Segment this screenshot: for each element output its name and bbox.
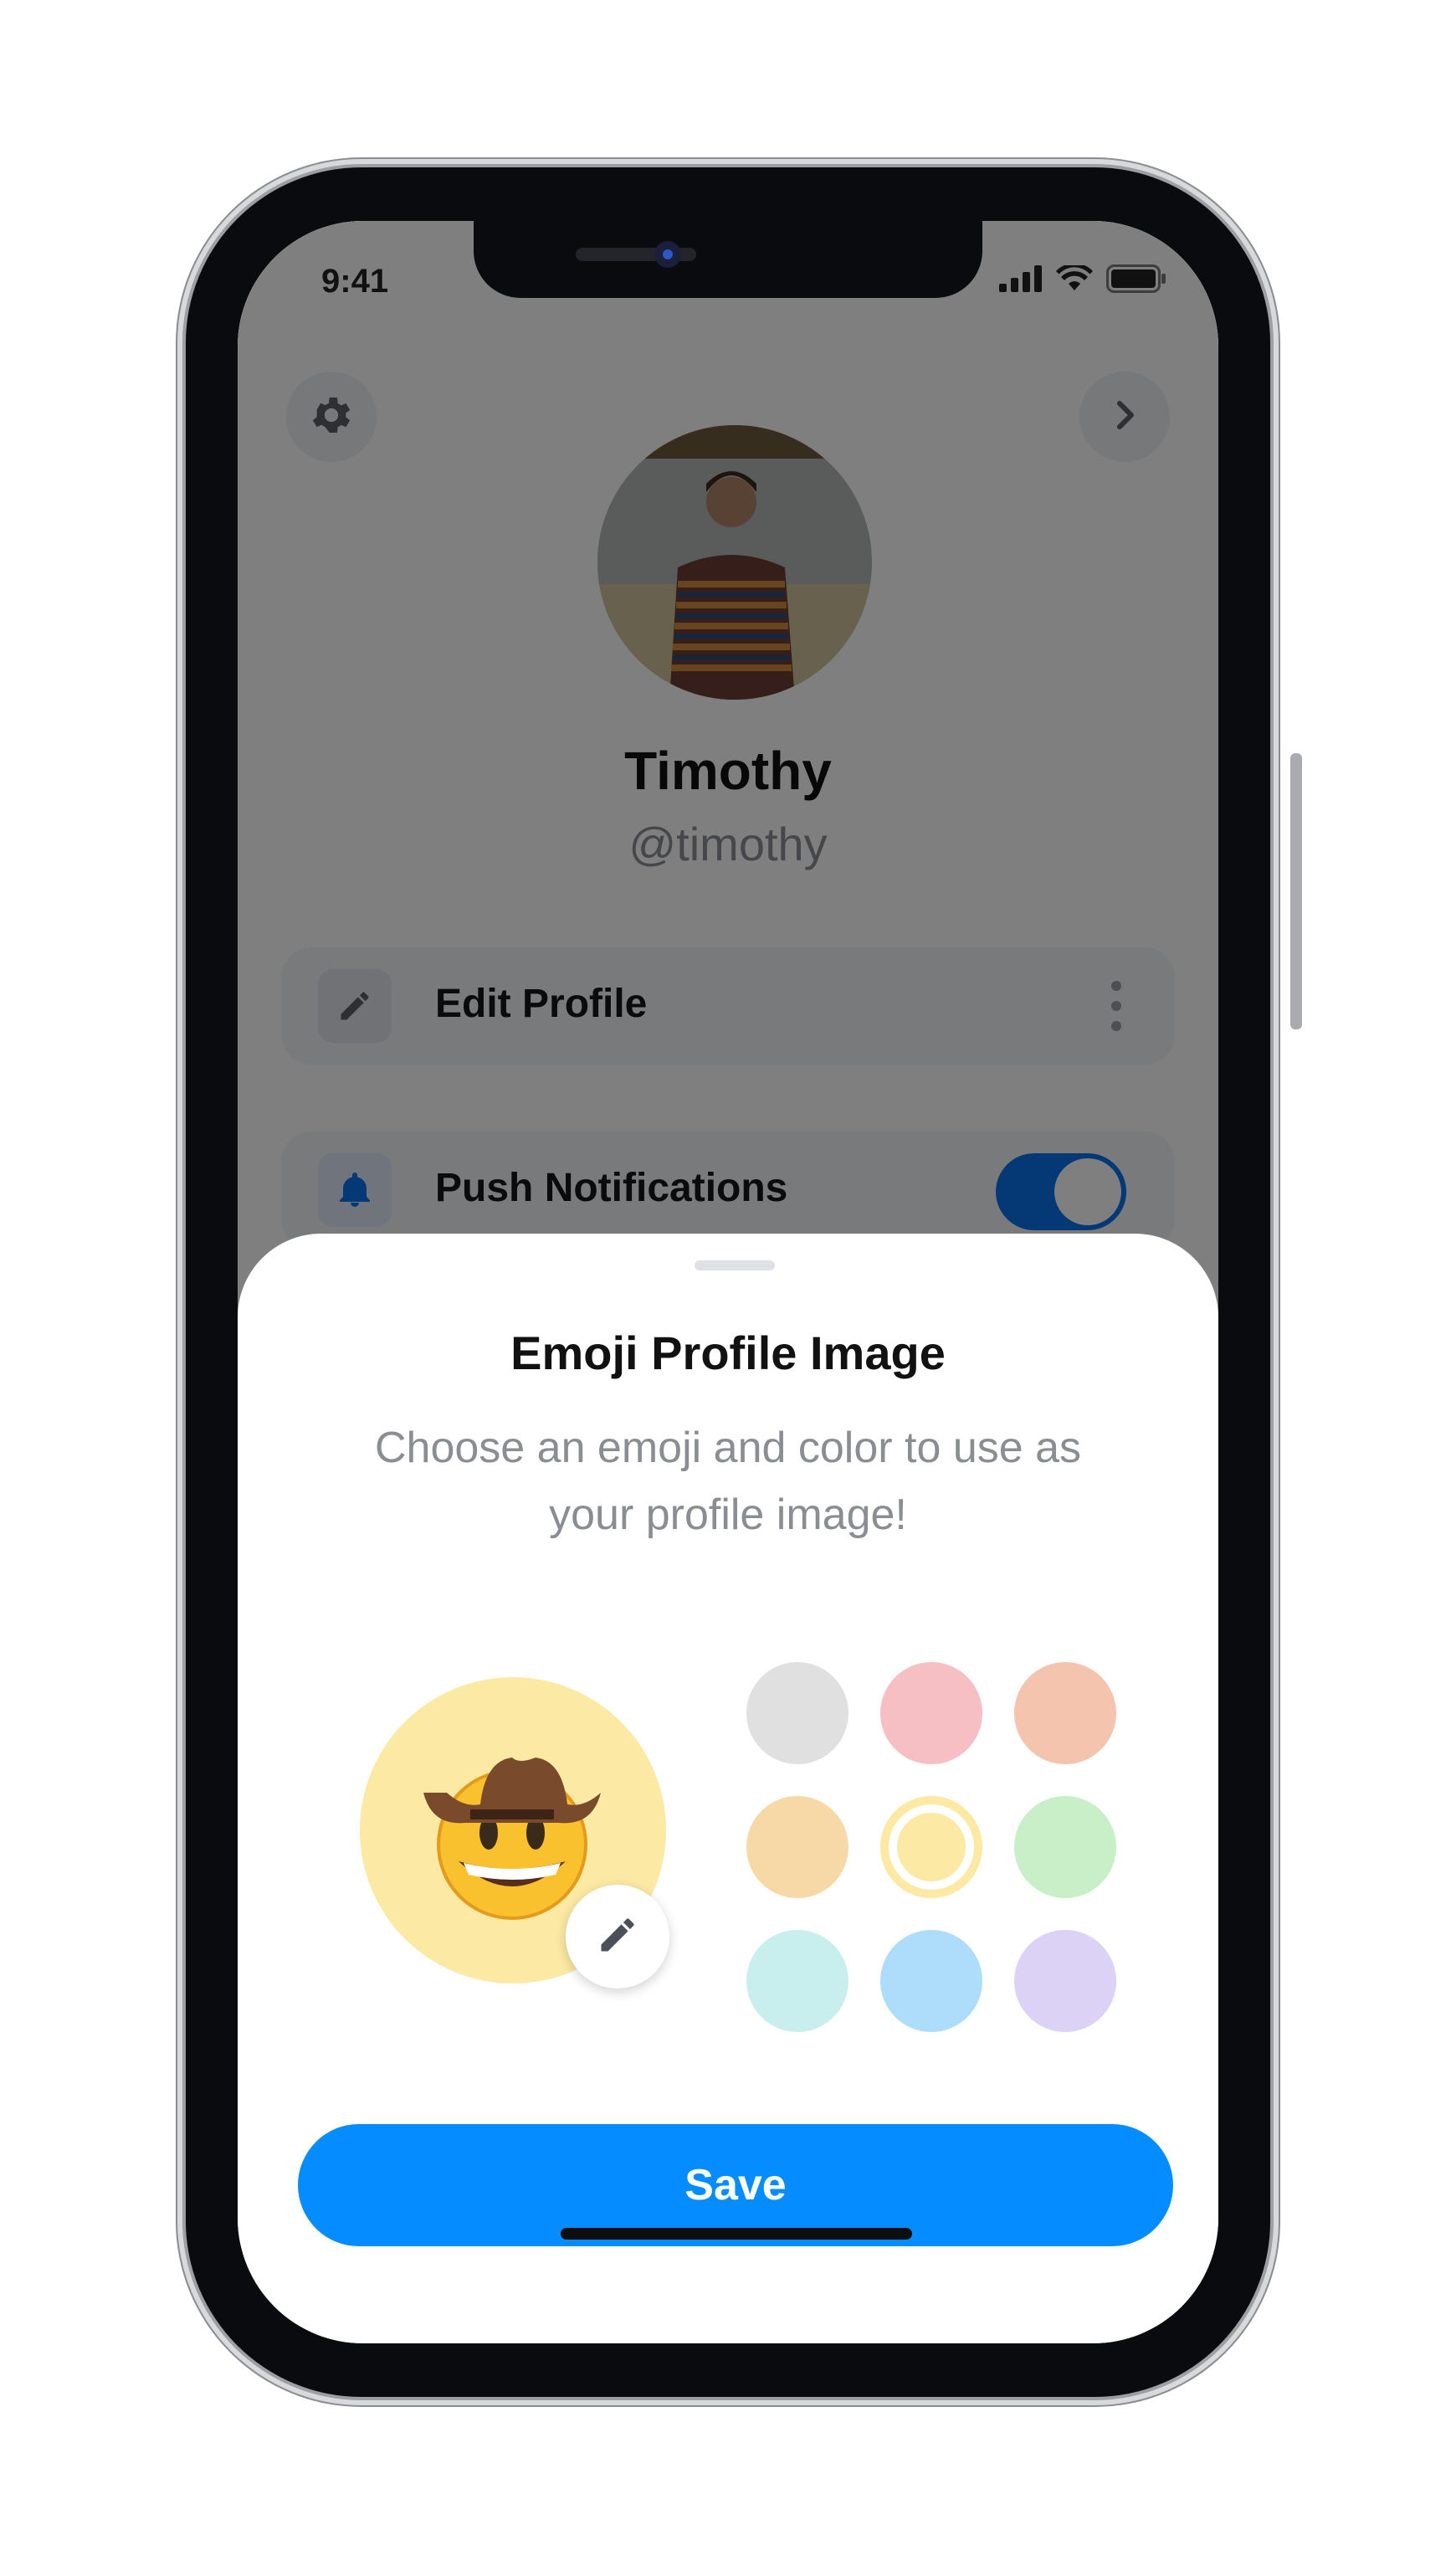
- color-swatch-gray[interactable]: [746, 1662, 848, 1764]
- color-swatch-blue[interactable]: [880, 1930, 982, 2032]
- edit-emoji-button[interactable]: [566, 1885, 669, 1989]
- notch: [474, 221, 982, 298]
- sheet-description: Choose an emoji and color to use as your…: [374, 1424, 1082, 1539]
- power-button: [1290, 753, 1302, 1029]
- color-swatch-orange[interactable]: [746, 1796, 848, 1898]
- phone-screen: Timothy @timothy Edit Profile Push Notif…: [238, 221, 1218, 2343]
- status-time: 9:41: [321, 263, 389, 300]
- color-swatch-purple[interactable]: [1014, 1930, 1116, 2032]
- front-camera: [654, 241, 681, 268]
- wifi-icon: [1056, 263, 1093, 296]
- battery-icon: [1106, 264, 1166, 297]
- sheet-grabber[interactable]: [695, 1260, 775, 1270]
- color-swatch-peach[interactable]: [1014, 1662, 1116, 1764]
- color-swatch-pink[interactable]: [880, 1662, 982, 1764]
- color-swatch-green[interactable]: [1014, 1796, 1116, 1898]
- emoji-profile-sheet: Emoji Profile Image Choose an emoji and …: [238, 1234, 1218, 2343]
- sheet-title: Emoji Profile Image: [510, 1327, 946, 1379]
- color-swatch-yellow[interactable]: [880, 1796, 982, 1898]
- color-swatch-teal[interactable]: [746, 1930, 848, 2032]
- home-indicator[interactable]: [561, 2228, 912, 2240]
- pencil-icon: [596, 1913, 639, 1961]
- status-icons: [999, 263, 1166, 297]
- cellular-signal-icon: [999, 265, 1043, 296]
